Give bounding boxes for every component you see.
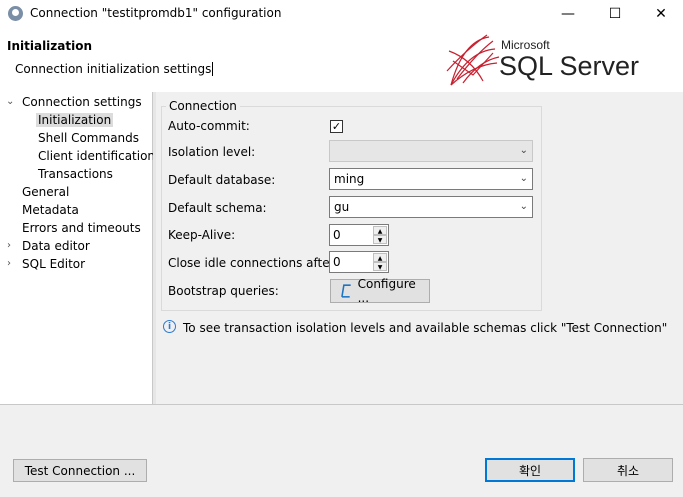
tree-item-connection-settings[interactable]: Connection settings: [22, 95, 142, 109]
tree-item-sql-editor[interactable]: SQL Editor: [22, 257, 85, 271]
chevron-down-icon: ⌄: [519, 201, 528, 212]
decrement-icon[interactable]: ▼: [373, 262, 387, 271]
window-title: Connection "testitpromdb1" configuration: [30, 6, 282, 20]
maximize-button[interactable]: ☐: [592, 0, 638, 28]
svg-text:SQL Server: SQL Server: [499, 51, 639, 81]
footer-divider: [0, 404, 683, 405]
close-idle-label: Close idle connections after:: [168, 256, 339, 270]
bootstrap-icon: [341, 284, 351, 298]
tree-item-general[interactable]: General: [22, 185, 69, 199]
tree-item-errors-and-timeouts[interactable]: Errors and timeouts: [22, 221, 141, 235]
ok-button[interactable]: 확인: [485, 458, 575, 482]
increment-icon[interactable]: ▲: [373, 253, 387, 262]
close-button[interactable]: ✕: [638, 0, 683, 28]
settings-tree: ⌄ Connection settings Initialization She…: [0, 92, 155, 404]
page-header: Initialization Connection initialization…: [0, 28, 683, 93]
connection-group-title: Connection: [166, 99, 240, 113]
cancel-button[interactable]: 취소: [583, 458, 673, 482]
chevron-down-icon: ⌄: [519, 145, 528, 156]
svg-text:Microsoft: Microsoft: [501, 38, 550, 52]
app-icon: [8, 6, 23, 21]
tree-item-metadata[interactable]: Metadata: [22, 203, 79, 217]
isolation-level-label: Isolation level:: [168, 145, 256, 159]
tree-item-shell-commands[interactable]: Shell Commands: [38, 131, 139, 145]
configure-button[interactable]: Configure ...: [330, 277, 430, 305]
default-schema-select[interactable]: gu ⌄: [329, 196, 533, 218]
decrement-icon[interactable]: ▼: [373, 235, 387, 244]
increment-icon[interactable]: ▲: [373, 226, 387, 235]
sql-server-logo: Microsoft SQL Server: [446, 34, 639, 86]
info-icon: i: [163, 320, 176, 333]
chevron-right-icon[interactable]: ›: [7, 240, 11, 251]
page-title: Initialization: [7, 39, 93, 53]
chevron-right-icon[interactable]: ›: [7, 258, 11, 269]
auto-commit-label: Auto-commit:: [168, 119, 250, 133]
close-idle-stepper[interactable]: 0 ▲ ▼: [329, 251, 389, 273]
bootstrap-queries-label: Bootstrap queries:: [168, 284, 279, 298]
title-bar: Connection "testitpromdb1" configuration…: [0, 0, 683, 28]
default-schema-label: Default schema:: [168, 201, 267, 215]
tree-item-initialization[interactable]: Initialization: [36, 113, 114, 127]
default-database-select[interactable]: ming ⌄: [329, 168, 533, 190]
keep-alive-stepper[interactable]: 0 ▲ ▼: [329, 224, 389, 246]
tree-item-transactions[interactable]: Transactions: [38, 167, 113, 181]
chevron-down-icon[interactable]: ⌄: [6, 96, 14, 107]
auto-commit-checkbox[interactable]: ✓: [330, 120, 343, 133]
minimize-button[interactable]: —: [545, 0, 591, 28]
keep-alive-label: Keep-Alive:: [168, 228, 236, 242]
isolation-level-select[interactable]: ⌄: [329, 140, 533, 162]
page-description: Connection initialization settings: [15, 62, 214, 76]
default-database-label: Default database:: [168, 173, 276, 187]
tree-item-client-identification[interactable]: Client identification: [38, 149, 155, 163]
info-text: To see transaction isolation levels and …: [183, 321, 668, 335]
tree-item-data-editor[interactable]: Data editor: [22, 239, 90, 253]
chevron-down-icon: ⌄: [519, 173, 528, 184]
test-connection-button[interactable]: Test Connection ...: [13, 459, 147, 482]
